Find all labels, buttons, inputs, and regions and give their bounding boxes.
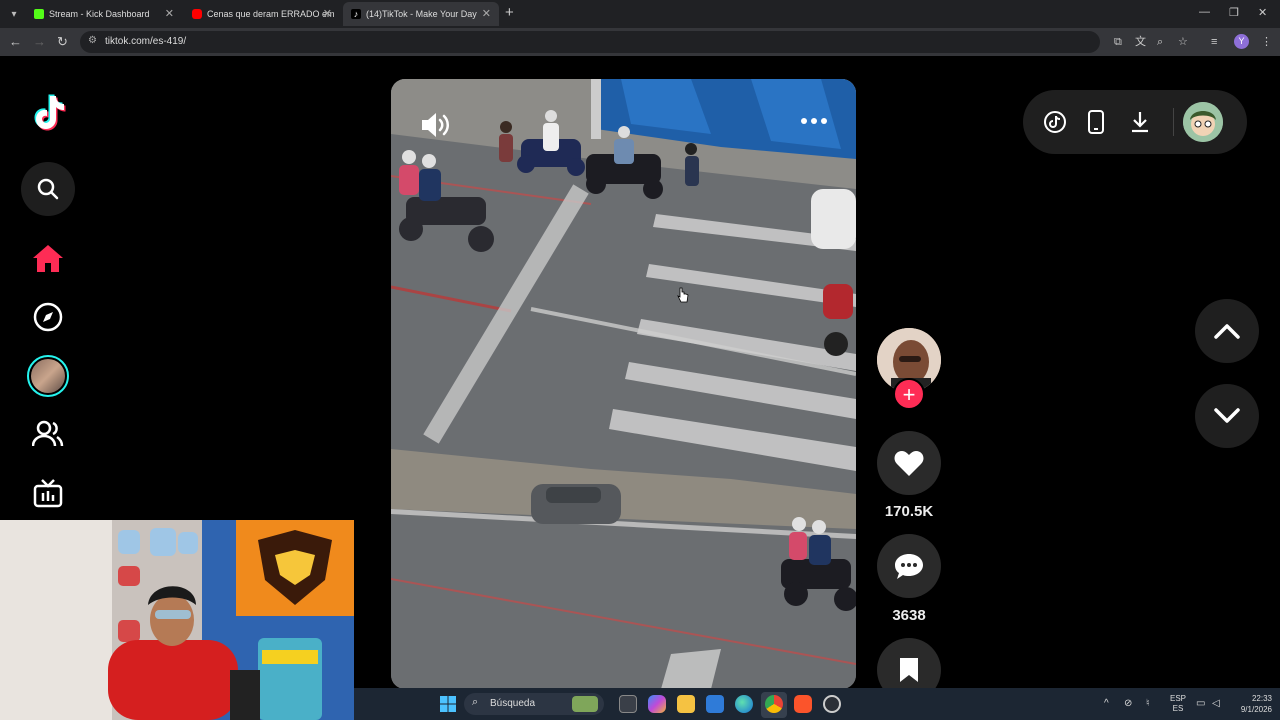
browser-profile-avatar[interactable]: Y [1234,34,1249,49]
file-explorer-icon[interactable] [677,695,695,713]
top-right-controls [1023,90,1247,154]
wifi-icon[interactable]: ▭ [1196,698,1205,710]
streamer-webcam-overlay [0,520,354,720]
input-language[interactable]: ESP ES [1170,694,1186,714]
microphone-icon[interactable]: ♮ [1146,698,1150,710]
previous-video-button[interactable] [1195,299,1259,363]
site-info-icon[interactable]: ⚙ [88,35,97,46]
comments-count: 3638 [892,607,926,624]
reload-button[interactable]: ↻ [57,34,68,50]
tiktok-favicon-icon: ♪ [351,9,361,19]
get-app-phone-icon[interactable] [1086,110,1106,134]
nav-live-profile[interactable] [21,349,75,403]
nav-home[interactable] [21,231,75,285]
heart-icon [894,451,924,476]
tiktok-studio-icon[interactable] [1043,110,1067,134]
forward-button[interactable]: → [33,34,46,50]
browser-tab-bar: ▾ Stream - Kick Dashboard ✕ Cenas que de… [0,0,1280,28]
taskbar-search[interactable]: ⌕ Búsqueda [464,693,604,715]
search-icon [37,178,59,200]
back-button[interactable]: ← [9,34,22,50]
chrome-browser-icon[interactable] [765,695,783,713]
bookmark-icon [900,658,918,682]
nav-following[interactable] [21,407,75,461]
task-view-icon[interactable] [619,695,637,713]
kick-favicon-icon [34,9,44,19]
next-video-button[interactable] [1195,384,1259,448]
address-toolbar: ← → ↻ ⚙ tiktok.com/es-419/ ⧉ 文 ⌕ ☆ ≡ ⋮ [0,28,1280,56]
tray-overflow-chevron-icon[interactable]: ^ [1104,698,1109,710]
live-avatar [27,355,69,397]
new-tab-button[interactable]: + [505,5,514,21]
volume-icon[interactable] [419,109,451,141]
minimize-window-button[interactable]: — [1199,6,1210,18]
video-player[interactable] [391,79,856,689]
brave-browser-icon[interactable] [794,695,812,713]
user-avatar-image [1183,102,1223,142]
close-tab-icon[interactable]: ✕ [323,7,332,21]
street-scene-video-frame [391,79,856,689]
webcam-feed-image [0,520,354,720]
translate-icon[interactable]: 文 [1135,35,1146,49]
tiktok-logo-icon[interactable] [28,92,68,132]
search-highlight-image [572,696,598,712]
bookmark-star-icon[interactable]: ☆ [1178,35,1188,49]
more-options-icon[interactable] [800,117,828,125]
tab-search-button[interactable]: ▾ [4,4,24,24]
download-icon[interactable] [1129,110,1151,134]
url-text[interactable]: tiktok.com/es-419/ [105,36,186,47]
address-bar[interactable]: ⚙ tiktok.com/es-419/ [80,31,1100,53]
volume-tray-icon[interactable]: ◁ [1212,698,1220,710]
close-tab-icon[interactable]: ✕ [482,7,491,21]
mouse-cursor-icon [677,287,689,303]
tab-tiktok[interactable]: ♪ (14)TikTok - Make Your Day ✕ [343,2,499,26]
divider [1173,108,1174,136]
close-tab-icon[interactable]: ✕ [165,7,174,21]
tab-kick-dashboard[interactable]: Stream - Kick Dashboard ✕ [26,2,182,26]
copilot-icon[interactable] [648,695,666,713]
edge-browser-icon[interactable] [735,695,753,713]
system-clock[interactable]: 22:33 9/1/2026 [1232,693,1272,715]
restore-window-button[interactable]: ❐ [1229,6,1239,19]
youtube-favicon-icon [192,9,202,19]
likes-count: 170.5K [884,503,934,520]
home-icon [33,245,63,272]
microsoft-store-icon[interactable] [706,695,724,713]
following-users-icon [32,420,64,447]
tab-youtube-video[interactable]: Cenas que deram ERRADO em ✕ [184,2,340,26]
install-app-icon[interactable]: ⧉ [1114,35,1122,49]
steam-icon[interactable] [823,695,841,713]
chevron-down-icon [1214,408,1240,423]
search-icon: ⌕ [472,696,479,708]
comment-icon [895,554,923,579]
compass-icon [33,302,63,332]
live-tv-icon [33,479,63,508]
media-control-icon[interactable]: ≡ [1211,35,1217,49]
zoom-icon[interactable]: ⌕ [1157,35,1163,49]
windows-taskbar: ⌕ Búsqueda ^ ⊘ ♮ ESP ES ▭ ◁ 22:33 9/1/20… [354,688,1280,720]
windows-start-icon[interactable] [440,696,456,712]
network-icon[interactable]: ⊘ [1124,698,1132,710]
user-profile-avatar[interactable] [1183,102,1223,142]
like-button[interactable] [877,431,941,495]
nav-live[interactable] [21,466,75,520]
search-button[interactable] [21,162,75,216]
nav-explore[interactable] [21,290,75,344]
chevron-up-icon [1214,324,1240,339]
comments-button[interactable] [877,534,941,598]
close-window-button[interactable]: ✕ [1258,6,1267,19]
follow-button[interactable]: + [893,378,925,410]
browser-menu-icon[interactable]: ⋮ [1261,35,1272,49]
